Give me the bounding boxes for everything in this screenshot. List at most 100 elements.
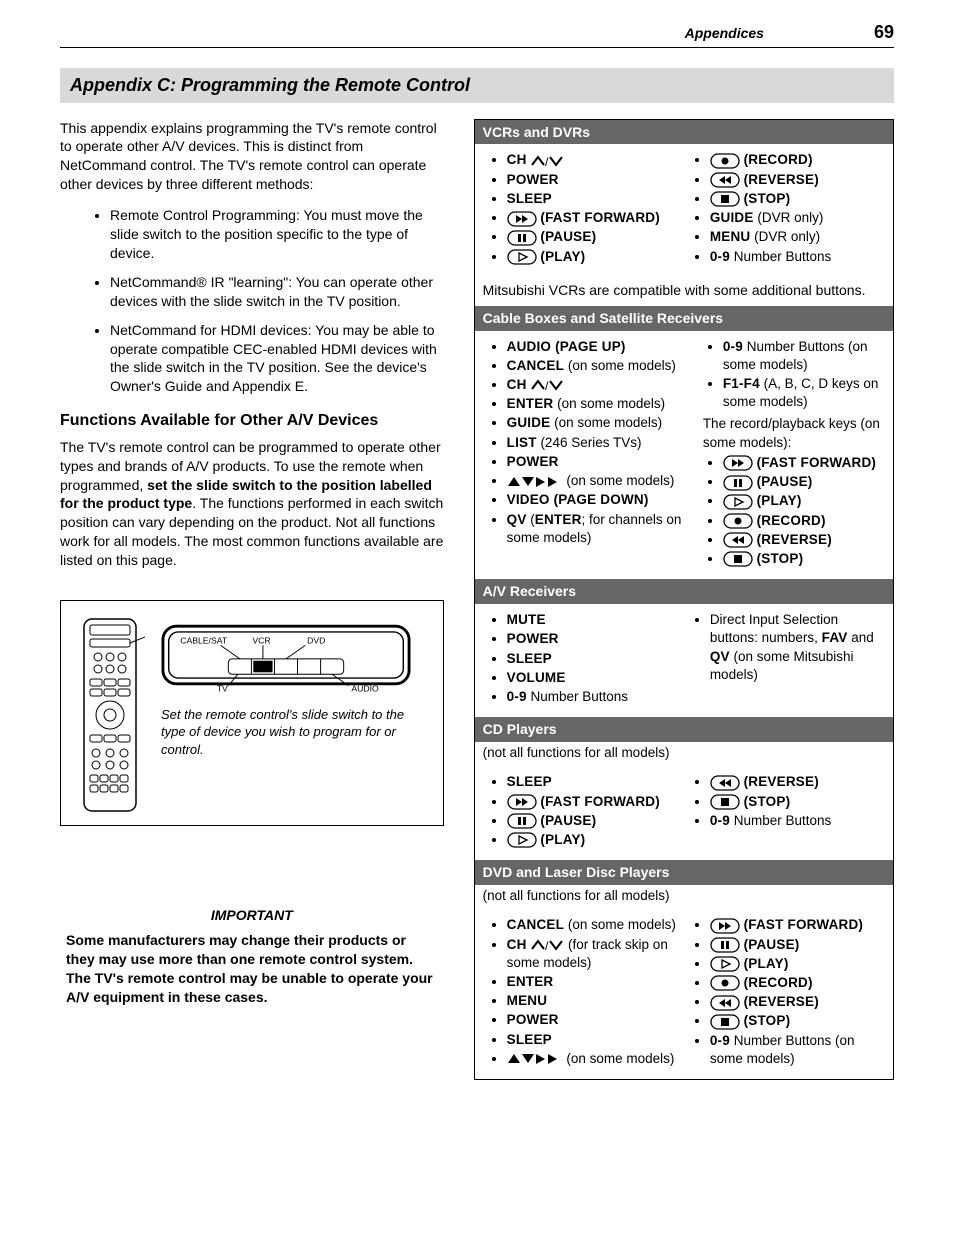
stop-icon [723,551,753,567]
panel-subnote: (not all functions for all models) [475,742,893,766]
reverse-icon [710,775,740,791]
list-item: SLEEP [507,1031,684,1049]
figure-caption: Set the remote control's slide switch to… [161,706,429,759]
playback-note: The record/playback keys (on some models… [703,415,887,451]
list-item: (PAUSE) [723,473,887,491]
reverse-icon [723,532,753,548]
list-item: MUTE [507,611,684,629]
methods-list: Remote Control Programming: You must mov… [60,206,444,396]
ch-up-down-icon: / [530,379,564,391]
list-item: VOLUME [507,669,684,687]
func-list: MUTEPOWER SLEEPVOLUME0-9 Number Buttons [481,610,684,707]
panel-header: A/V Receivers [475,579,893,604]
list-item: POWER [507,630,684,648]
list-item: (on some models) [507,1050,684,1068]
pause-icon [710,937,740,953]
list-item: 0-9 Number Buttons [507,688,684,706]
list-item: (PLAY) [507,248,684,266]
list-item: (REVERSE) [710,993,887,1011]
ff-icon [710,918,740,934]
svg-text:/: / [545,939,549,951]
list-item: AUDIO (PAGE UP) [507,338,697,356]
func-list: CANCEL (on some models) CH / (for track s… [481,915,684,1069]
list-item: (REVERSE) [723,531,887,549]
list-item: NetCommand® IR "learning": You can opera… [110,273,444,311]
list-item: (STOP) [723,550,887,568]
list-item: Direct Input Selection buttons: numbers,… [710,611,887,684]
intro-paragraph: This appendix explains programming the T… [60,119,444,195]
play-icon [710,956,740,972]
list-item: ENTER [507,973,684,991]
list-item: POWER [507,1011,684,1029]
list-item: POWER [507,171,684,189]
list-item: 0-9 Number Buttons [710,248,887,266]
list-item: F1-F4 (A, B, C, D keys on some models) [723,375,887,411]
ff-icon [507,794,537,810]
svg-text:/: / [545,155,549,167]
func-list: CH /POWERSLEEP (FAST FORWARD) (PAUSE) (P… [481,150,684,266]
label-audio: AUDIO [351,684,379,694]
list-item: (on some models) [507,472,697,490]
list-item: SLEEP [507,650,684,668]
func-list: 0-9 Number Buttons (on some models)F1-F4… [697,338,887,412]
list-item: Remote Control Programming: You must mov… [110,206,444,263]
functions-paragraph: The TV's remote control can be programme… [60,438,444,570]
func-list: AUDIO (PAGE UP)CANCEL (on some models)CH… [481,337,697,570]
ch-up-down-icon: / [530,155,564,167]
list-item: GUIDE (DVR only) [710,209,887,227]
important-body: Some manufacturers may change their prod… [66,931,438,1007]
list-item: MENU (DVR only) [710,228,887,246]
figure-remote-slide-switch: CABLE/SAT VCR DVD TV AUDIO Set the remot… [60,600,444,826]
appendix-title: Appendix C: Programming the Remote Contr… [60,68,894,102]
list-item: MENU [507,992,684,1010]
ff-icon [507,211,537,227]
reverse-icon [710,995,740,1011]
list-item: SLEEP [507,773,684,791]
panel-vcr-dvr: VCRs and DVRs CH /POWERSLEEP (FAST FORWA… [474,119,894,1080]
list-item: (PLAY) [710,955,887,973]
important-title: IMPORTANT [66,906,438,925]
list-item: CANCEL (on some models) [507,916,684,934]
list-item: (PLAY) [507,831,684,849]
panel-header: VCRs and DVRs [475,120,893,145]
page-number: 69 [874,20,894,44]
panel-note: Mitsubishi VCRs are compatible with some… [475,277,893,306]
list-item: (REVERSE) [710,171,887,189]
arrow-keys-icon [507,1053,563,1065]
list-item: SLEEP [507,190,684,208]
list-item: (STOP) [710,793,887,811]
panel-header: CD Players [475,717,893,742]
ch-up-down-icon: / [530,939,564,951]
func-list: SLEEP (FAST FORWARD) (PAUSE) (PLAY) [481,772,684,850]
list-item: NetCommand for HDMI devices: You may be … [110,321,444,397]
list-item: (FAST FORWARD) [710,916,887,934]
ff-icon [723,455,753,471]
list-item: (PAUSE) [710,936,887,954]
func-list: (REVERSE) (STOP)0-9 Number Buttons [684,772,887,850]
stop-icon [710,191,740,207]
func-list: (FAST FORWARD) (PAUSE) (PLAY) (RECORD) (… [697,454,887,568]
important-box: IMPORTANT Some manufacturers may change … [60,906,444,1006]
pause-icon [507,230,537,246]
list-item: CANCEL (on some models) [507,357,697,375]
list-item: LIST (246 Series TVs) [507,434,697,452]
list-item: (STOP) [710,190,887,208]
reverse-icon [710,172,740,188]
list-item: CH / (for track skip on some models) [507,936,684,972]
panel-header: DVD and Laser Disc Players [475,860,893,885]
list-item: 0-9 Number Buttons (on some models) [723,338,887,374]
panel-subnote: (not all functions for all models) [475,885,893,909]
record-icon [710,153,740,169]
play-icon [507,249,537,265]
label-dvd: DVD [307,635,325,645]
page-header: Appendices 69 [60,20,894,48]
list-item: GUIDE (on some models) [507,414,697,432]
list-item: (PAUSE) [507,812,684,830]
remote-icon [75,615,145,815]
header-section: Appendices [685,24,764,43]
func-list: (RECORD) (REVERSE) (STOP)GUIDE (DVR only… [684,150,887,266]
list-item: VIDEO (PAGE DOWN) [507,491,697,509]
list-item: (STOP) [710,1012,887,1030]
slide-switch-icon: CABLE/SAT VCR DVD TV AUDIO [161,615,411,695]
record-icon [710,975,740,991]
